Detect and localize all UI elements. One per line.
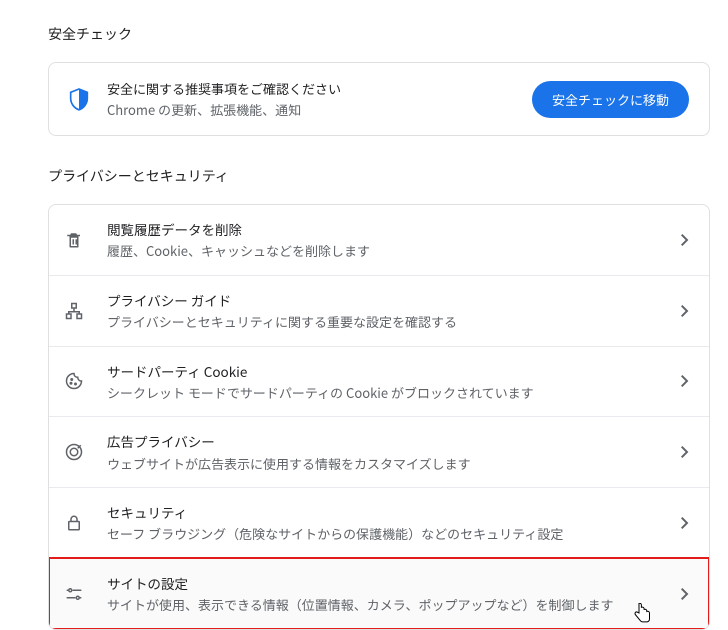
ad-icon xyxy=(61,443,87,461)
chevron-right-icon xyxy=(681,234,689,246)
row-text: セキュリティ セーフ ブラウジング（危険なサイトからの保護機能）などのセキュリテ… xyxy=(107,502,661,544)
cookie-icon xyxy=(61,372,87,390)
row-primary: セキュリティ xyxy=(107,502,661,522)
safety-check-button[interactable]: 安全チェックに移動 xyxy=(532,81,689,118)
row-privacy-guide[interactable]: プライバシー ガイド プライバシーとセキュリティに関する重要な設定を確認する xyxy=(49,275,709,346)
row-ad-privacy[interactable]: 広告プライバシー ウェブサイトが広告表示に使用する情報をカスタマイズします xyxy=(49,416,709,487)
row-site-settings[interactable]: サイトの設定 サイトが使用、表示できる情報（位置情報、カメラ、ポップアップなど）… xyxy=(49,558,709,629)
row-primary: 広告プライバシー xyxy=(107,431,661,451)
row-text: 閲覧履歴データを削除 履歴、Cookie、キャッシュなどを削除します xyxy=(107,219,661,261)
privacy-card: 閲覧履歴データを削除 履歴、Cookie、キャッシュなどを削除します プライバシ… xyxy=(48,204,710,630)
safety-check-text: 安全に関する推奨事項をご確認ください Chrome の更新、拡張機能、通知 xyxy=(107,79,514,119)
tune-icon xyxy=(61,585,87,603)
row-secondary: サイトが使用、表示できる情報（位置情報、カメラ、ポップアップなど）を制御します xyxy=(107,595,661,615)
chevron-right-icon xyxy=(681,375,689,387)
safety-check-heading: 安全チェック xyxy=(48,24,710,44)
row-secondary: 履歴、Cookie、キャッシュなどを削除します xyxy=(107,241,661,261)
privacy-heading: プライバシーとセキュリティ xyxy=(48,166,710,186)
chevron-right-icon xyxy=(681,588,689,600)
row-secondary: ウェブサイトが広告表示に使用する情報をカスタマイズします xyxy=(107,454,661,474)
guide-icon xyxy=(61,302,87,320)
chevron-right-icon xyxy=(681,446,689,458)
safety-check-primary: 安全に関する推奨事項をご確認ください xyxy=(107,79,514,98)
row-secondary: セーフ ブラウジング（危険なサイトからの保護機能）などのセキュリティ設定 xyxy=(107,524,661,544)
row-text: プライバシー ガイド プライバシーとセキュリティに関する重要な設定を確認する xyxy=(107,290,661,332)
row-primary: プライバシー ガイド xyxy=(107,290,661,310)
row-secondary: プライバシーとセキュリティに関する重要な設定を確認する xyxy=(107,312,661,332)
row-secondary: シークレット モードでサードパーティの Cookie がブロックされています xyxy=(107,383,661,403)
chevron-right-icon xyxy=(681,517,689,529)
row-text: サードパーティ Cookie シークレット モードでサードパーティの Cooki… xyxy=(107,361,661,403)
row-text: 広告プライバシー ウェブサイトが広告表示に使用する情報をカスタマイズします xyxy=(107,431,661,473)
chevron-right-icon xyxy=(681,305,689,317)
safety-check-row: 安全に関する推奨事項をご確認ください Chrome の更新、拡張機能、通知 安全… xyxy=(49,63,709,135)
safety-check-secondary: Chrome の更新、拡張機能、通知 xyxy=(107,100,514,119)
lock-icon xyxy=(61,514,87,532)
row-primary: サイトの設定 xyxy=(107,573,661,593)
row-cookies[interactable]: サードパーティ Cookie シークレット モードでサードパーティの Cooki… xyxy=(49,346,709,417)
row-text: サイトの設定 サイトが使用、表示できる情報（位置情報、カメラ、ポップアップなど）… xyxy=(107,573,661,615)
row-clear-data[interactable]: 閲覧履歴データを削除 履歴、Cookie、キャッシュなどを削除します xyxy=(49,205,709,275)
trash-icon xyxy=(61,231,87,249)
row-primary: サードパーティ Cookie xyxy=(107,361,661,381)
row-primary: 閲覧履歴データを削除 xyxy=(107,219,661,239)
shield-icon xyxy=(69,87,89,111)
safety-check-card: 安全に関する推奨事項をご確認ください Chrome の更新、拡張機能、通知 安全… xyxy=(48,62,710,136)
row-security[interactable]: セキュリティ セーフ ブラウジング（危険なサイトからの保護機能）などのセキュリテ… xyxy=(49,487,709,558)
